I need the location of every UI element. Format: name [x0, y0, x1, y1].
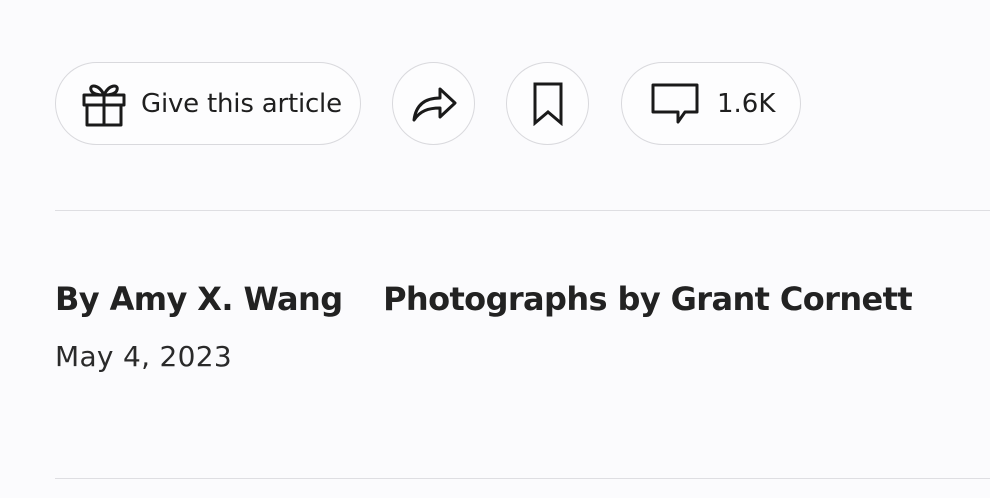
give-article-button[interactable]: Give this article: [55, 62, 361, 145]
gift-icon: [81, 80, 127, 128]
article-toolbar: Give this article 1.6K: [0, 0, 990, 210]
bottom-divider: [55, 478, 990, 479]
share-button[interactable]: [392, 62, 475, 145]
byline: By Amy X. Wang Photographs by Grant Corn…: [55, 280, 913, 318]
publish-date: May 4, 2023: [55, 340, 232, 373]
share-icon: [410, 84, 458, 124]
comment-count: 1.6K: [717, 88, 776, 119]
give-article-label: Give this article: [141, 88, 342, 119]
save-button[interactable]: [506, 62, 589, 145]
photo-credit: Photographs by Grant Cornett: [383, 280, 913, 318]
author-byline: By Amy X. Wang: [55, 280, 343, 318]
bookmark-icon: [532, 82, 564, 126]
comment-icon: [650, 82, 700, 126]
top-divider: [55, 210, 990, 211]
comments-button[interactable]: 1.6K: [621, 62, 801, 145]
